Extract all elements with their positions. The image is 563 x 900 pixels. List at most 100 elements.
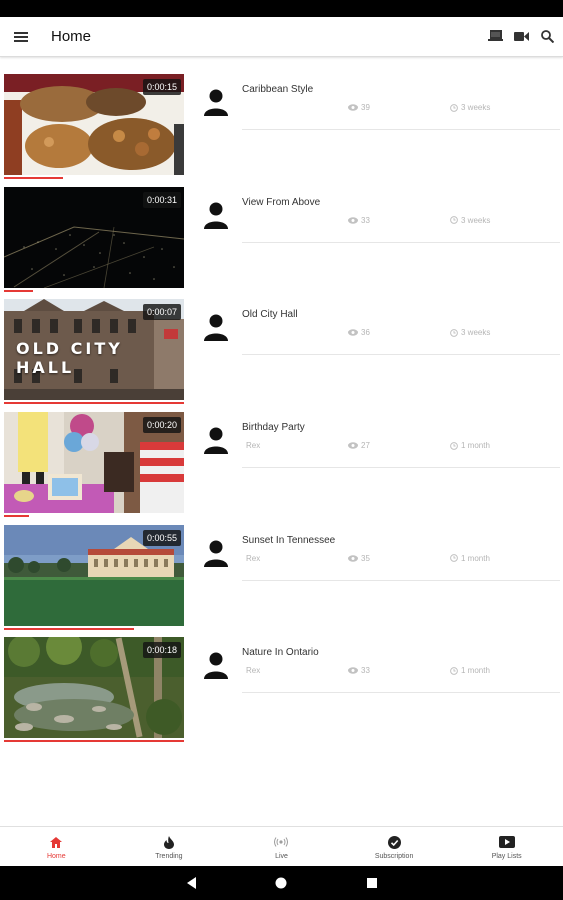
video-list-item[interactable]: OLD CITY HALL 0:00:07 Old City Hall 36 3… bbox=[0, 299, 563, 412]
view-count: 39 bbox=[361, 103, 370, 112]
search-icon[interactable] bbox=[539, 28, 555, 44]
video-duration: 0:00:55 bbox=[142, 529, 181, 546]
row-divider bbox=[242, 241, 560, 243]
cast-icon[interactable] bbox=[487, 28, 503, 44]
video-duration: 0:00:20 bbox=[142, 417, 181, 434]
row-divider bbox=[242, 467, 560, 469]
upload-age: 1 month bbox=[461, 441, 490, 451]
video-title[interactable]: Caribbean Style bbox=[242, 84, 313, 95]
video-title[interactable]: View From Above bbox=[242, 197, 320, 208]
watch-progress-bar bbox=[4, 289, 33, 292]
upload-age: 3 weeks bbox=[461, 103, 491, 112]
menu-icon[interactable] bbox=[14, 30, 30, 44]
flame-icon bbox=[163, 835, 174, 849]
status-bar bbox=[0, 0, 563, 17]
video-list-item[interactable]: 0:00:18 Nature In Ontario Rex 33 1 month bbox=[0, 637, 563, 750]
video-list-item[interactable]: 0:00:20 Birthday Party Rex 27 1 month bbox=[0, 412, 563, 525]
video-list-item[interactable]: 0:00:55 Sunset In Tennessee Rex 35 1 mon… bbox=[0, 524, 563, 638]
row-divider bbox=[242, 129, 560, 130]
video-thumbnail[interactable]: OLD CITY HALL 0:00:07 bbox=[4, 299, 184, 401]
system-navigation-bar bbox=[0, 866, 563, 900]
video-duration: 0:00:15 bbox=[142, 79, 181, 95]
watch-progress-bar bbox=[4, 402, 184, 405]
clock-icon bbox=[450, 328, 458, 337]
channel-avatar-icon[interactable] bbox=[203, 313, 229, 342]
video-thumbnail[interactable]: 0:00:31 bbox=[4, 186, 184, 288]
video-title[interactable]: Birthday Party bbox=[242, 422, 305, 433]
clock-icon bbox=[450, 216, 458, 225]
clock-icon bbox=[450, 441, 458, 450]
eye-icon bbox=[348, 442, 358, 449]
channel-name[interactable]: Rex bbox=[246, 441, 260, 450]
video-thumbnail[interactable]: 0:00:15 bbox=[4, 74, 184, 175]
video-list-item[interactable]: 0:00:31 View From Above 33 3 weeks bbox=[0, 186, 563, 300]
video-meta: Rex 35 1 month bbox=[242, 554, 560, 566]
channel-avatar-icon[interactable] bbox=[203, 426, 229, 455]
nav-trending[interactable]: Trending bbox=[113, 827, 226, 866]
eye-icon bbox=[348, 104, 358, 111]
video-meta: Rex 27 1 month bbox=[242, 441, 560, 453]
nav-subscription[interactable]: Subscription bbox=[338, 827, 451, 866]
nav-label: Trending bbox=[155, 853, 183, 860]
watch-progress-bar bbox=[4, 627, 134, 630]
clock-icon bbox=[450, 103, 458, 112]
view-count: 35 bbox=[361, 553, 370, 563]
check-circle-icon bbox=[387, 835, 401, 849]
video-duration: 0:00:18 bbox=[142, 642, 181, 659]
home-icon bbox=[50, 836, 63, 848]
channel-name[interactable]: Rex bbox=[246, 666, 260, 675]
nav-home[interactable]: Home bbox=[0, 827, 113, 866]
channel-avatar-icon[interactable] bbox=[203, 539, 229, 567]
video-duration: 0:00:07 bbox=[142, 304, 181, 321]
bottom-navigation: Home Trending Live Subscription Play Lis… bbox=[0, 826, 563, 866]
video-meta: 39 3 weeks bbox=[242, 103, 560, 115]
nav-playlists[interactable]: Play Lists bbox=[450, 827, 563, 866]
row-divider bbox=[242, 692, 560, 694]
nav-label: Subscription bbox=[374, 853, 414, 860]
video-title[interactable]: Old City Hall bbox=[242, 309, 298, 320]
view-count: 27 bbox=[361, 441, 370, 451]
eye-icon bbox=[348, 667, 358, 675]
nav-label: Home bbox=[46, 853, 66, 860]
channel-name[interactable]: Rex bbox=[246, 554, 260, 563]
upload-age: 3 weeks bbox=[461, 215, 491, 225]
video-feed: 0:00:15 Caribbean Style 39 3 weeks 0:00:… bbox=[0, 74, 563, 750]
watch-progress-bar bbox=[4, 177, 63, 179]
video-camera-icon[interactable] bbox=[513, 28, 529, 44]
playlist-icon bbox=[498, 836, 515, 848]
video-duration: 0:00:31 bbox=[142, 191, 181, 208]
back-icon[interactable] bbox=[186, 877, 198, 889]
recents-icon[interactable] bbox=[366, 877, 378, 889]
video-thumbnail[interactable]: 0:00:55 bbox=[4, 524, 184, 626]
channel-avatar-icon[interactable] bbox=[203, 201, 229, 229]
upload-age: 1 month bbox=[461, 666, 490, 676]
channel-avatar-icon[interactable] bbox=[203, 88, 229, 116]
nav-label: Live bbox=[275, 853, 288, 860]
upload-age: 1 month bbox=[461, 553, 490, 563]
home-circle-icon[interactable] bbox=[275, 877, 287, 889]
video-thumbnail[interactable]: 0:00:20 bbox=[4, 412, 184, 514]
video-meta: 33 3 weeks bbox=[242, 216, 560, 228]
eye-icon bbox=[348, 216, 358, 224]
video-title[interactable]: Nature In Ontario bbox=[242, 647, 319, 658]
channel-avatar-icon[interactable] bbox=[203, 651, 229, 680]
video-thumbnail[interactable]: 0:00:18 bbox=[4, 637, 184, 739]
upload-age: 3 weeks bbox=[461, 328, 491, 338]
row-divider bbox=[242, 579, 560, 581]
video-meta: 36 3 weeks bbox=[242, 328, 560, 340]
clock-icon bbox=[450, 554, 458, 563]
eye-icon bbox=[348, 555, 358, 562]
broadcast-icon bbox=[274, 837, 289, 847]
nav-label: Play Lists bbox=[491, 853, 522, 860]
eye-icon bbox=[348, 329, 358, 337]
watch-progress-bar bbox=[4, 740, 184, 743]
video-title[interactable]: Sunset In Tennessee bbox=[242, 535, 335, 546]
view-count: 33 bbox=[361, 666, 370, 676]
thumbnail-overlay-text: OLD CITY HALL bbox=[16, 339, 123, 378]
view-count: 33 bbox=[361, 215, 370, 225]
clock-icon bbox=[450, 667, 458, 675]
view-count: 36 bbox=[361, 328, 370, 338]
nav-live[interactable]: Live bbox=[225, 827, 338, 866]
video-list-item[interactable]: 0:00:15 Caribbean Style 39 3 weeks bbox=[0, 74, 563, 187]
watch-progress-bar bbox=[4, 515, 29, 518]
